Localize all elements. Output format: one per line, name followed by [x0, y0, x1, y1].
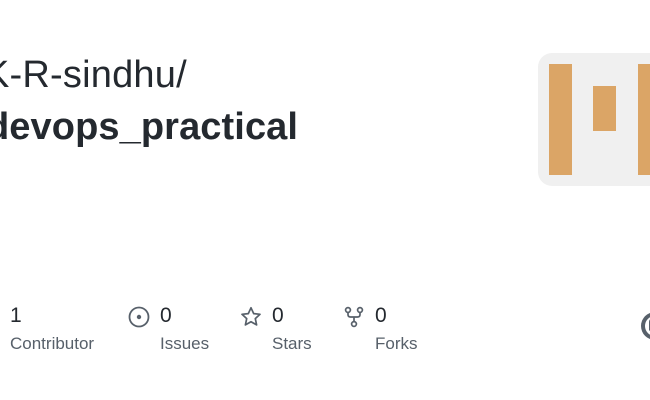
issue-opened-icon	[128, 306, 150, 328]
issues-label: Issues	[160, 334, 210, 353]
identicon-pattern	[549, 64, 650, 175]
forks-label: Forks	[375, 334, 418, 353]
repo-name: devops_practical	[0, 106, 299, 148]
forks-count: 0	[375, 304, 387, 327]
star-icon	[240, 306, 262, 328]
repo-identicon	[538, 53, 650, 186]
repo-forked-icon	[343, 306, 365, 328]
stars-label: Stars	[272, 334, 312, 353]
contributors-label: Contributor	[10, 334, 95, 353]
issues-count: 0	[160, 304, 172, 327]
github-mark-icon	[640, 311, 650, 341]
contributors-count: 1	[10, 304, 22, 327]
repo-owner: K-R-sindhu/	[0, 54, 187, 96]
stars-count: 0	[272, 304, 284, 327]
